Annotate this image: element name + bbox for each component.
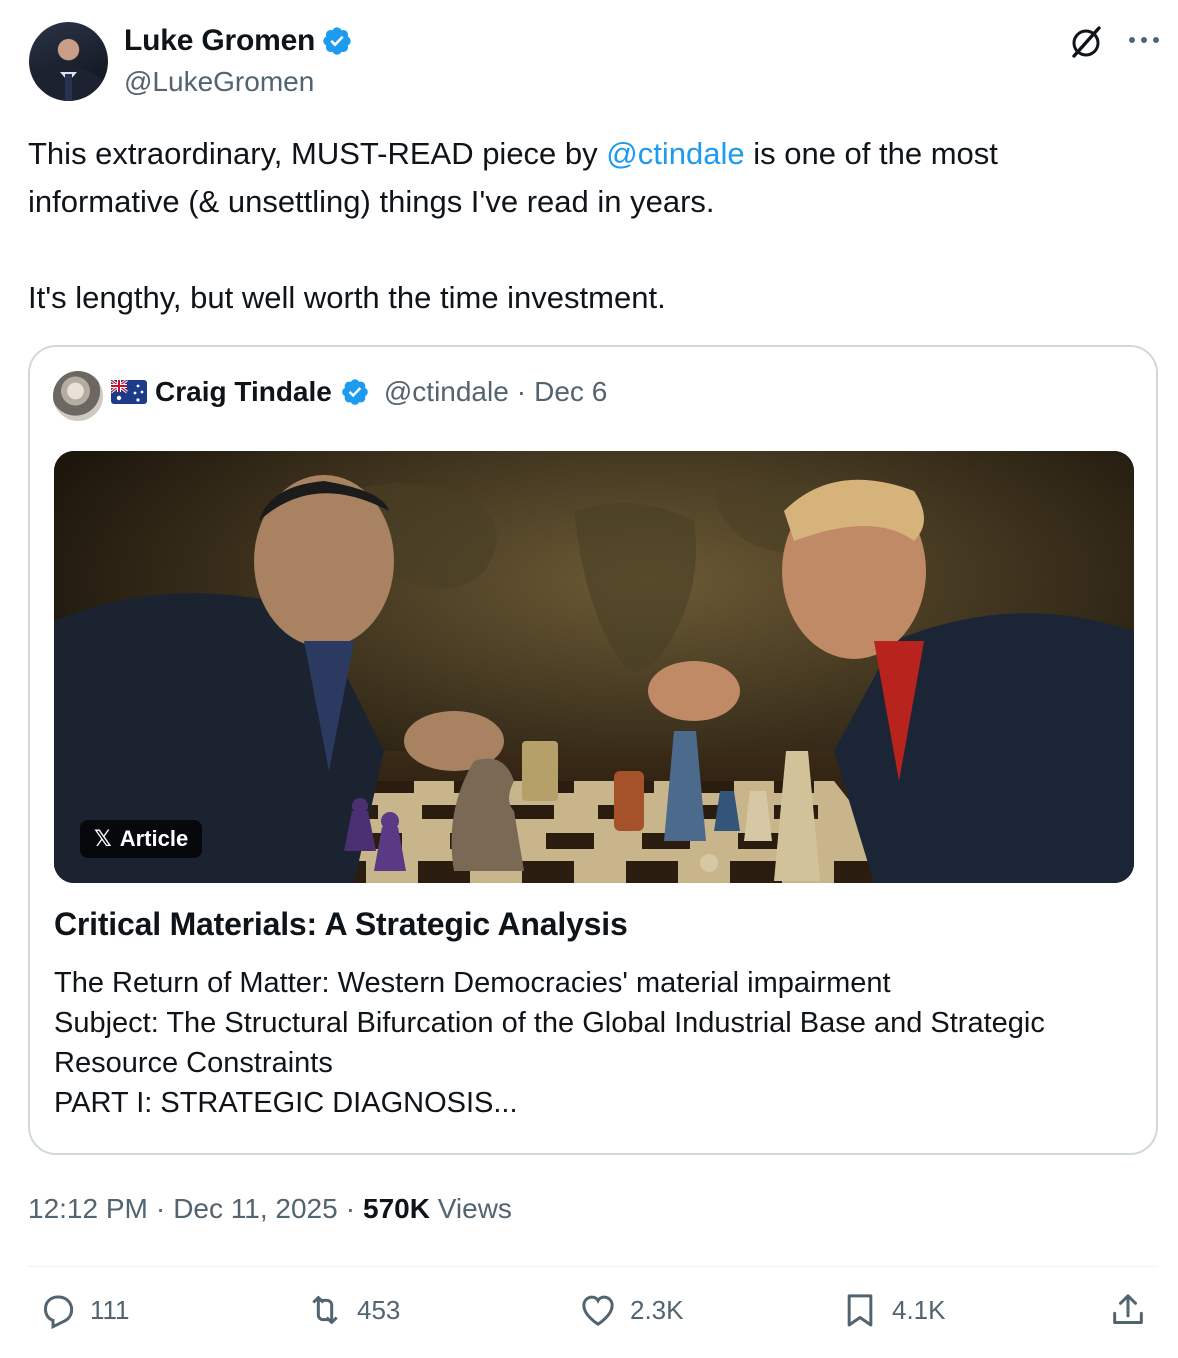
repost-count: 453	[357, 1294, 401, 1325]
tweet-text: This extraordinary, MUST-READ piece by @…	[28, 130, 1148, 322]
tweet-text-part: This extraordinary, MUST-READ piece by	[28, 136, 607, 171]
separator: ·	[155, 1193, 166, 1224]
article-cover-image[interactable]	[54, 451, 1134, 883]
quoted-post-date[interactable]: Dec 6	[534, 376, 607, 408]
quoted-author-handle[interactable]: @ctindale	[384, 376, 509, 408]
verified-badge-icon	[323, 27, 351, 55]
quoted-post-header: Craig Tindale @ctindale · Dec 6	[111, 376, 607, 408]
article-line: Subject: The Structural Bifurcation of t…	[54, 1007, 1045, 1079]
australia-flag-icon	[111, 380, 147, 404]
more-options-icon[interactable]	[1126, 28, 1162, 52]
article-line: PART I: STRATEGIC DIAGNOSIS...	[54, 1087, 518, 1119]
post-date[interactable]: Dec 11, 2025	[173, 1193, 338, 1225]
separator: ·	[516, 376, 527, 407]
heart-icon	[582, 1295, 614, 1326]
quoted-author-name[interactable]: Craig Tindale	[155, 376, 332, 408]
post-meta: 12:12 PM · Dec 11, 2025 · 570K Views	[28, 1193, 512, 1225]
verified-badge-icon	[342, 379, 368, 405]
views-label: Views	[437, 1193, 512, 1224]
repost-icon	[312, 1296, 338, 1324]
views-count: 570K	[363, 1193, 430, 1224]
grok-icon[interactable]	[1066, 22, 1106, 62]
bookmark-count: 4.1K	[892, 1294, 946, 1325]
chess-scene-illustration	[54, 451, 1134, 883]
x-logo-icon: 𝕏	[94, 826, 112, 851]
article-line: The Return of Matter: Western Democracie…	[54, 967, 891, 999]
article-badge-label: Article	[119, 826, 189, 851]
divider	[28, 1266, 1158, 1267]
bookmark-button[interactable]: 4.1K	[840, 1290, 946, 1330]
share-button[interactable]	[1108, 1290, 1148, 1330]
repost-button[interactable]: 453	[305, 1290, 400, 1330]
reply-count: 111	[90, 1294, 130, 1325]
author-handle[interactable]: @LukeGromen	[124, 66, 314, 98]
author-name-row[interactable]: Luke Gromen	[124, 24, 353, 58]
bookmark-icon	[847, 1294, 873, 1327]
author-name[interactable]: Luke Gromen	[124, 24, 315, 58]
mention-link[interactable]: @ctindale	[606, 136, 744, 171]
like-count: 2.3K	[630, 1294, 684, 1325]
tweet-text-paragraph: It's lengthy, but well worth the time in…	[28, 280, 666, 315]
reply-button[interactable]: 111	[38, 1290, 130, 1330]
quoted-author-avatar[interactable]	[53, 371, 103, 421]
share-icon	[1113, 1294, 1143, 1324]
reply-icon	[44, 1295, 74, 1330]
article-description: The Return of Matter: Western Democracie…	[54, 963, 1134, 1123]
article-badge: 𝕏 Article	[80, 820, 203, 858]
article-title[interactable]: Critical Materials: A Strategic Analysis	[54, 906, 628, 943]
like-button[interactable]: 2.3K	[578, 1290, 684, 1330]
separator: ·	[345, 1193, 356, 1224]
author-avatar[interactable]	[29, 22, 108, 101]
post-time[interactable]: 12:12 PM	[28, 1193, 148, 1225]
